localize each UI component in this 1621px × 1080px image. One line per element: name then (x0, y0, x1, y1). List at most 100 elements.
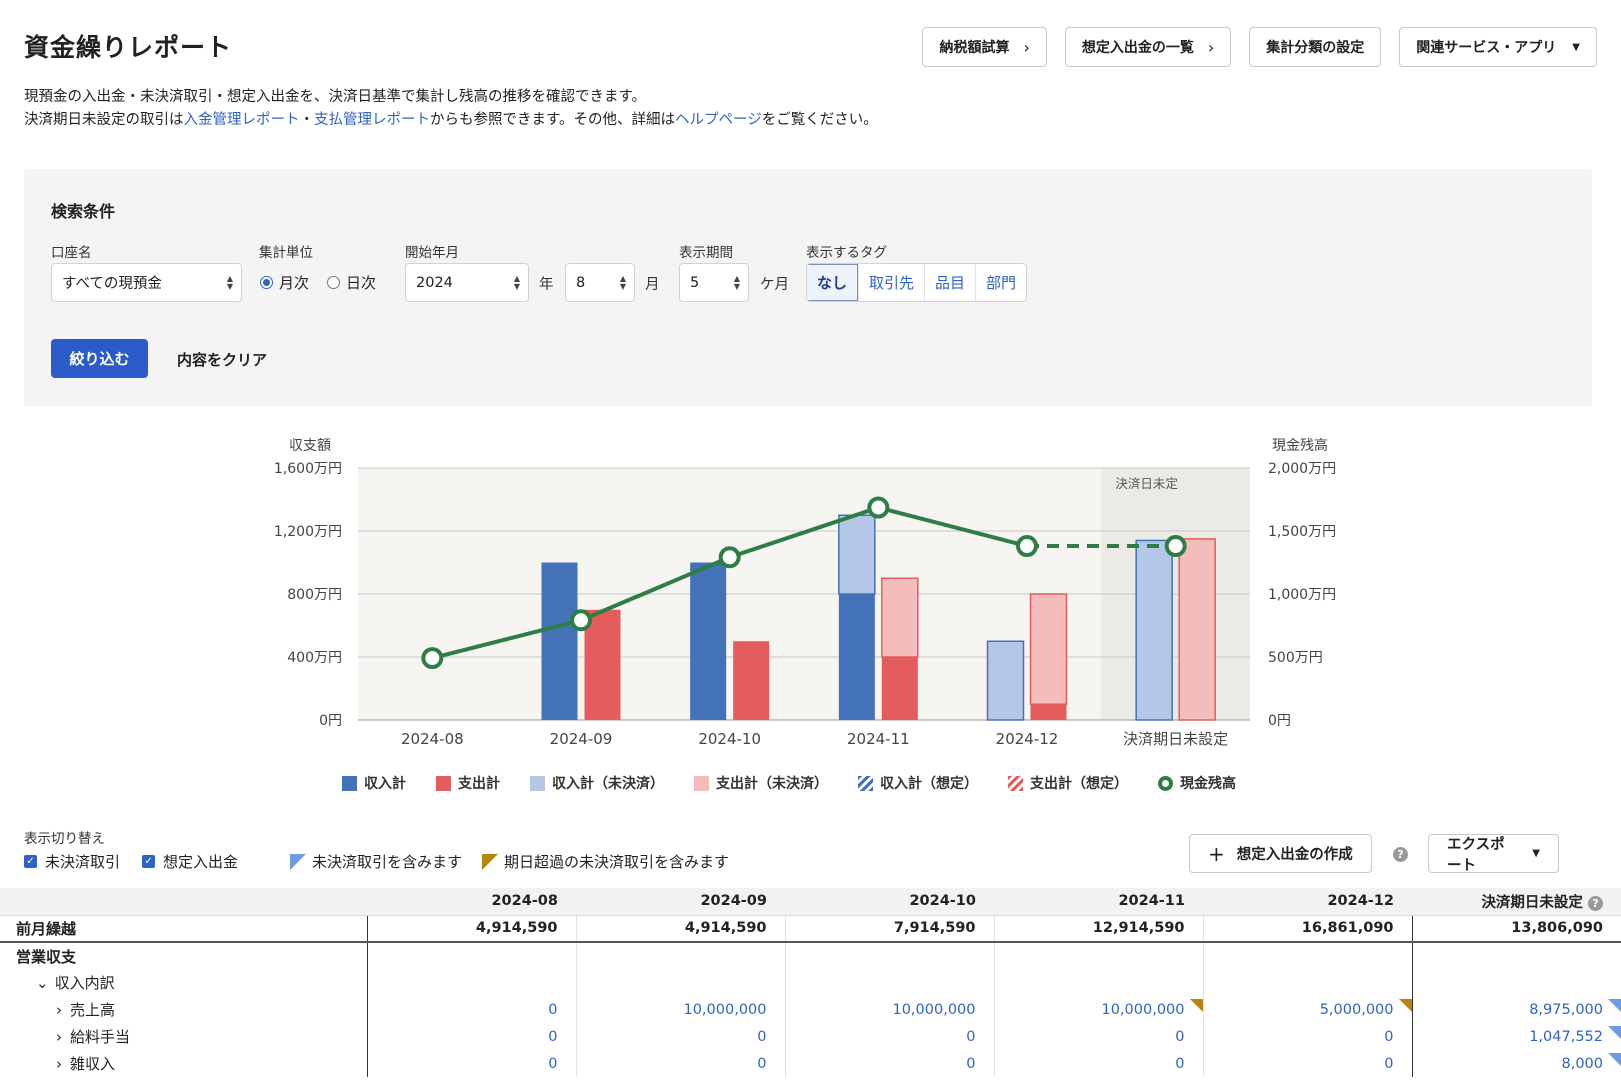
table-row[interactable]: › 雑収入 0 0 0 0 0 8,000 (0, 1050, 1621, 1077)
account-select[interactable]: すべての現預金 ▲ ▼ (51, 263, 242, 302)
group-toggle[interactable]: ⌄ 収入内訳 (0, 969, 367, 996)
y-tick-right: 1,500万円 (1268, 524, 1336, 540)
start-year-select[interactable]: 2024 ▲ ▼ (405, 263, 529, 302)
legend-item-expense[interactable]: 支出計 (436, 773, 500, 793)
table-row[interactable]: › 売上高 0 10,000,000 10,000,000 10,000,000 … (0, 996, 1621, 1023)
overdue-note-text: 期日超過の未決済取引を含みます (504, 853, 730, 871)
table-cell-link[interactable]: 5,000,000 (1202, 996, 1412, 1023)
table-cell-link[interactable]: 0 (366, 1023, 576, 1050)
legend-item-expense-unsettled[interactable]: 支出計（未決済） (694, 773, 828, 793)
unit-daily-radio[interactable] (327, 276, 341, 289)
toggle-row: ✓ 未決済取引 ✓ 想定入出金 未決済取引を含みます 期日超過の未決済取引を含み… (24, 851, 729, 872)
table-cell-link[interactable]: 8,975,000 (1411, 996, 1621, 1023)
x-tick-label: 2024-09 (550, 730, 613, 748)
help-icon[interactable]: ? (1588, 895, 1603, 911)
legend-label: 収入計（未決済） (552, 776, 664, 792)
table-cell-link[interactable]: 1,047,552 (1411, 1023, 1621, 1050)
table-row[interactable]: › 給料手当 0 0 0 0 0 1,047,552 (0, 1023, 1621, 1050)
row-expand[interactable]: › 雑収入 (0, 1050, 367, 1077)
help-icon[interactable]: ? (1393, 847, 1408, 862)
bar-expense-unsettled (1029, 593, 1068, 705)
search-title: 検索条件 (51, 202, 116, 221)
legend-item-balance[interactable]: 現金残高 (1158, 773, 1236, 793)
related-services-dropdown[interactable]: 関連サービス・アプリ ▼ (1399, 27, 1597, 67)
table-cell: 4,914,590 (575, 914, 785, 943)
table-cell (784, 942, 994, 969)
table-cell-link[interactable]: 0 (784, 1023, 994, 1050)
tag-label: 表示するタグ (806, 245, 887, 261)
row-label: 給料手当 (70, 1028, 131, 1046)
expected-checkbox[interactable]: ✓ (142, 855, 156, 868)
period-select[interactable]: 5 ▲ ▼ (679, 263, 749, 302)
table-cell (993, 942, 1203, 969)
bar-income-unsettled (838, 514, 876, 595)
right-axis-title: 現金残高 (1272, 437, 1328, 454)
table-cell-link[interactable]: 0 (993, 1050, 1203, 1077)
create-expected-button[interactable]: + 想定入出金の作成 (1189, 834, 1372, 873)
select-arrows-icon: ▲ ▼ (226, 274, 233, 291)
unsettled-checkbox[interactable]: ✓ (24, 855, 37, 868)
table-cell-link[interactable]: 0 (784, 1050, 994, 1077)
overdue-triangle-icon (482, 853, 499, 870)
export-dropdown[interactable]: エクスポート ▼ (1428, 834, 1559, 874)
bar-expense (1030, 704, 1067, 720)
bar-expense-unsettled (1178, 538, 1216, 721)
tag-option-none[interactable]: なし (807, 264, 859, 301)
plus-icon: + (1208, 841, 1225, 866)
start-month-select[interactable]: 8 ▲ ▼ (565, 263, 635, 302)
table-cell-link[interactable]: 0 (366, 996, 576, 1023)
x-tick-label: 2024-08 (401, 730, 464, 748)
tax-calc-button[interactable]: 納税額試算 › (922, 27, 1047, 67)
table-cell-link[interactable]: 0 (1202, 1023, 1412, 1050)
legend-swatch (1158, 775, 1173, 791)
unit-label: 集計単位 (259, 245, 313, 261)
chevron-right-icon: › (56, 1028, 62, 1046)
legend-swatch (694, 775, 709, 791)
clear-button[interactable]: 内容をクリア (177, 349, 267, 370)
legend-item-income-unsettled[interactable]: 収入計（未決済） (530, 773, 664, 793)
help-page-link[interactable]: ヘルプページ (675, 112, 762, 128)
related-services-label: 関連サービス・アプリ (1416, 40, 1557, 56)
column-header: 2024-11 (994, 888, 1203, 915)
caret-down-icon: ▼ (1532, 848, 1540, 859)
unsettled-label: 未決済取引 (45, 853, 121, 871)
legend-label: 支出計（未決済） (716, 776, 828, 792)
column-header-label: 決済期日未設定 (1481, 894, 1583, 911)
legend-item-income[interactable]: 収入計 (342, 773, 406, 793)
table-cell-link[interactable]: 10,000,000 (784, 996, 994, 1023)
row-expand[interactable]: › 給料手当 (0, 1023, 367, 1050)
table-row-group[interactable]: ⌄ 収入内訳 (0, 969, 1621, 996)
table-cell-link[interactable]: 0 (366, 1050, 576, 1077)
select-arrows-icon: ▲ ▼ (733, 274, 740, 291)
table-cell (993, 969, 1203, 996)
table-cell-link[interactable]: 10,000,000 (993, 996, 1203, 1023)
cashflow-chart: 決済日未定 1,600万円 2,000万円 1,200万円 1,500万円 800万円 1,… (274, 437, 1336, 748)
table-cell-link[interactable]: 0 (575, 1050, 785, 1077)
y-tick-right: 500万円 (1268, 650, 1323, 666)
table-cell-link[interactable]: 0 (1202, 1050, 1412, 1077)
tag-option-item[interactable]: 品目 (924, 264, 975, 301)
bar-income (838, 594, 875, 720)
expected-list-button[interactable]: 想定入出金の一覧 › (1064, 27, 1232, 67)
select-arrows-icon: ▲ ▼ (513, 274, 520, 291)
tag-option-department[interactable]: 部門 (975, 264, 1026, 301)
table-cell-link[interactable]: 8,000 (1411, 1050, 1621, 1077)
row-expand[interactable]: › 売上高 (0, 996, 367, 1023)
legend-item-income-expected[interactable]: 収入計（想定） (858, 773, 978, 793)
table-row-carry: 前月繰越 4,914,590 4,914,590 7,914,590 12,91… (0, 914, 1621, 943)
table-cell-link[interactable]: 10,000,000 (575, 996, 785, 1023)
legend-swatch (858, 775, 873, 791)
expected-label: 想定入出金 (163, 853, 239, 871)
table-cell-link[interactable]: 0 (575, 1023, 785, 1050)
table-cell (575, 969, 785, 996)
cashflow-table: 2024-08 2024-09 2024-10 2024-11 2024-12 … (0, 888, 1621, 1077)
chevron-down-icon: ⌄ (36, 974, 49, 992)
filter-button[interactable]: 絞り込む (51, 339, 148, 378)
unit-monthly-radio[interactable] (260, 276, 273, 289)
income-report-link[interactable]: 入金管理レポート (184, 112, 300, 128)
payment-report-link[interactable]: 支払管理レポート (314, 112, 430, 128)
table-cell-link[interactable]: 0 (993, 1023, 1203, 1050)
tag-option-client[interactable]: 取引先 (858, 264, 924, 301)
category-settings-button[interactable]: 集計分類の設定 (1249, 27, 1382, 67)
legend-item-expense-expected[interactable]: 支出計（想定） (1008, 773, 1128, 793)
